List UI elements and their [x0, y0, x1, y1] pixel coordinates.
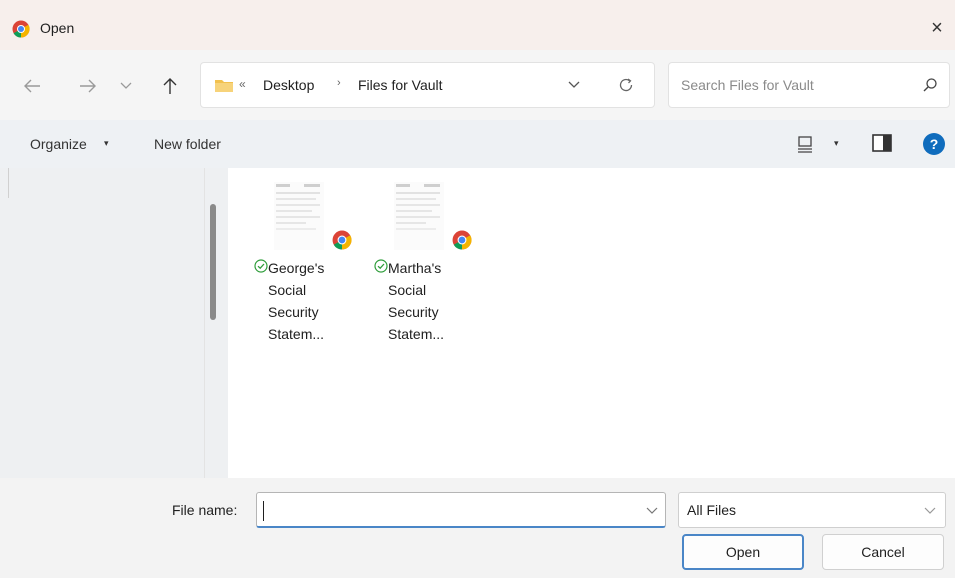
file-name-line: Martha's — [388, 260, 442, 276]
bottom-panel: File name: All Files Open Cancel — [0, 478, 955, 578]
overflow-chevron[interactable]: « — [239, 77, 246, 91]
folder-icon — [215, 80, 233, 92]
file-name-label: File name: — [172, 502, 238, 518]
refresh-icon — [619, 78, 633, 92]
new-folder-button[interactable]: New folder — [154, 136, 221, 152]
refresh-button[interactable] — [615, 74, 637, 96]
up-button[interactable] — [158, 74, 182, 98]
cancel-button[interactable]: Cancel — [822, 534, 944, 570]
file-name-line: Security — [388, 304, 439, 320]
document-thumbnail-icon — [394, 182, 444, 250]
view-options-icon[interactable] — [796, 134, 816, 154]
chevron-down-icon — [120, 82, 132, 89]
up-arrow-icon — [163, 78, 177, 94]
file-name-line: George's — [268, 260, 325, 276]
file-name-line: Social — [388, 282, 427, 298]
address-history-button[interactable] — [565, 75, 583, 95]
chevron-down-icon — [568, 81, 580, 88]
file-type-select[interactable]: All Files — [678, 492, 946, 528]
back-button[interactable] — [20, 74, 44, 98]
back-arrow-icon — [24, 79, 40, 93]
chevron-down-icon — [924, 507, 936, 514]
file-name-combobox[interactable] — [256, 492, 666, 528]
navigation-bar: « Desktop › Files for Vault Search Files… — [0, 50, 955, 120]
file-list[interactable]: George's Social Security Statem... Marth… — [228, 168, 955, 478]
svg-text:?: ? — [930, 136, 939, 152]
file-item-george[interactable]: George's Social Security Statem... — [254, 178, 354, 353]
file-item-martha[interactable]: Martha's Social Security Statem... — [374, 178, 474, 353]
file-name-label: Martha's Social Security Statem... — [388, 257, 474, 345]
help-icon[interactable]: ? — [922, 132, 946, 156]
sync-status-icon — [254, 259, 268, 273]
file-name-line: Social — [268, 282, 307, 298]
chrome-icon — [332, 230, 352, 250]
file-name-field[interactable] — [261, 497, 631, 523]
close-button[interactable]: × — [919, 10, 955, 46]
address-bar[interactable]: « Desktop › Files for Vault — [200, 62, 655, 108]
breadcrumb-separator[interactable]: › — [337, 77, 341, 89]
navigation-scrollbar-thumb[interactable] — [210, 204, 216, 320]
sync-status-icon — [374, 259, 388, 273]
organize-caret-icon[interactable]: ▾ — [104, 138, 109, 149]
breadcrumb-files-for-vault[interactable]: Files for Vault — [358, 77, 443, 93]
forward-button[interactable] — [76, 74, 100, 98]
chrome-icon — [12, 20, 30, 38]
organize-menu[interactable]: Organize — [30, 136, 87, 152]
close-icon: × — [931, 16, 943, 39]
search-placeholder[interactable]: Search Files for Vault — [681, 77, 814, 93]
navigation-pane[interactable] — [0, 168, 228, 478]
breadcrumb-desktop[interactable]: Desktop — [263, 77, 314, 93]
chrome-icon — [452, 230, 472, 250]
file-name-line: Statem... — [268, 326, 325, 342]
navigation-tree-line — [8, 168, 9, 198]
preview-pane-icon[interactable] — [872, 134, 892, 152]
chevron-down-icon[interactable] — [645, 503, 659, 517]
document-thumbnail-icon — [274, 182, 324, 250]
command-bar: Organize ▾ New folder ▾ ? — [0, 120, 955, 168]
forward-arrow-icon — [80, 79, 96, 93]
search-box[interactable]: Search Files for Vault — [668, 62, 950, 108]
view-options-caret-icon[interactable]: ▾ — [834, 138, 839, 149]
open-button[interactable]: Open — [682, 534, 804, 570]
title-bar: Open × — [0, 0, 955, 50]
search-icon[interactable] — [921, 76, 939, 94]
file-type-value: All Files — [687, 502, 737, 518]
file-name-line: Statem... — [388, 326, 445, 342]
file-name-line: Security — [268, 304, 319, 320]
recent-locations-button[interactable] — [114, 74, 138, 98]
window-title: Open — [40, 20, 75, 36]
file-name-label: George's Social Security Statem... — [268, 257, 354, 345]
